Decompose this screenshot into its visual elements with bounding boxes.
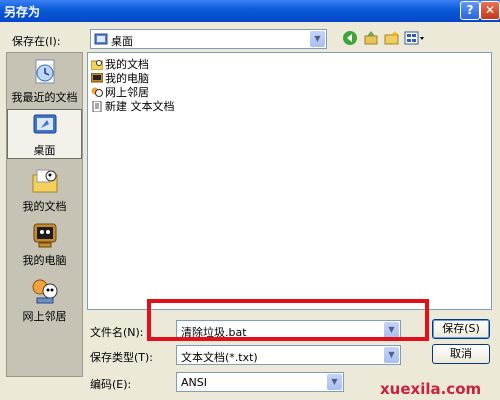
- list-item[interactable]: 网上邻居: [91, 84, 149, 99]
- network-places-icon: [91, 87, 103, 98]
- cancel-button[interactable]: 取消: [432, 344, 490, 364]
- list-item[interactable]: 我的文档: [90, 56, 149, 71]
- new-folder-button[interactable]: [382, 30, 402, 48]
- window-title: 另存为: [4, 5, 41, 19]
- encoding-value: ANSI: [181, 376, 207, 389]
- place-label: 我的电脑: [22, 254, 67, 267]
- encoding-dropdown[interactable]: ANSI ▼: [176, 372, 344, 392]
- place-label: 我的文档: [22, 200, 67, 213]
- filename-label: 文件名(N):: [90, 326, 144, 339]
- chevron-down-icon[interactable]: ▼: [327, 374, 342, 390]
- filename-value: 清除垃圾.bat: [181, 326, 247, 339]
- chevron-down-icon[interactable]: ▼: [384, 347, 399, 363]
- back-button[interactable]: [340, 30, 360, 48]
- encoding-label: 编码(E):: [90, 378, 132, 391]
- new-folder-icon: [384, 31, 399, 45]
- place-network-places[interactable]: 网上邻居: [7, 276, 82, 326]
- place-label: 桌面: [33, 144, 56, 157]
- place-my-computer[interactable]: 我的电脑: [7, 220, 82, 270]
- chevron-down-icon[interactable]: ▼: [310, 31, 325, 47]
- file-list[interactable]: 我的文档 我的电脑 网上邻居 新建 文本文档: [87, 52, 492, 310]
- help-button[interactable]: ?: [460, 1, 480, 20]
- views-icon: [404, 31, 424, 45]
- back-icon: [343, 31, 357, 45]
- place-recent-documents[interactable]: 我最近的文档: [7, 57, 82, 107]
- text-document-icon: [91, 100, 103, 113]
- place-label: 网上邻居: [22, 310, 67, 323]
- file-name: 新建 文本文档: [105, 100, 175, 113]
- list-item[interactable]: 我的电脑: [90, 70, 149, 85]
- chevron-down-icon[interactable]: ▼: [384, 322, 399, 338]
- close-button[interactable]: ✕: [480, 1, 500, 20]
- views-menu-button[interactable]: [403, 30, 427, 48]
- save-button[interactable]: 保存(S): [432, 319, 490, 339]
- network-places-icon: [32, 279, 57, 304]
- my-documents-icon: [90, 59, 104, 71]
- my-computer-icon: [33, 223, 56, 248]
- place-desktop[interactable]: 桌面: [7, 109, 82, 159]
- title-bar: 另存为 ? ✕: [0, 0, 500, 22]
- up-folder-icon: [364, 31, 378, 45]
- places-bar: 我最近的文档 桌面 我的文档 我的电脑 网上邻居: [6, 52, 83, 377]
- my-documents-icon: [32, 169, 57, 193]
- save-in-value: 桌面: [111, 35, 133, 48]
- watermark-text: xuexila.com: [380, 380, 482, 398]
- my-computer-icon: [90, 72, 104, 84]
- filename-input[interactable]: 清除垃圾.bat ▼: [176, 320, 401, 340]
- recent-documents-icon: [35, 59, 54, 84]
- file-type-label: 保存类型(T):: [90, 351, 154, 364]
- file-type-value: 文本文档(*.txt): [181, 351, 258, 364]
- place-my-documents[interactable]: 我的文档: [7, 166, 82, 216]
- place-label: 我最近的文档: [11, 91, 78, 104]
- desktop-icon: [33, 114, 56, 134]
- file-type-dropdown[interactable]: 文本文档(*.txt) ▼: [176, 345, 401, 365]
- desktop-icon: [94, 32, 108, 49]
- save-in-label: 保存在(I):: [12, 35, 61, 48]
- up-folder-button[interactable]: [361, 30, 381, 48]
- list-item[interactable]: 新建 文本文档: [91, 98, 175, 113]
- save-in-dropdown[interactable]: 桌面 ▼: [90, 29, 327, 49]
